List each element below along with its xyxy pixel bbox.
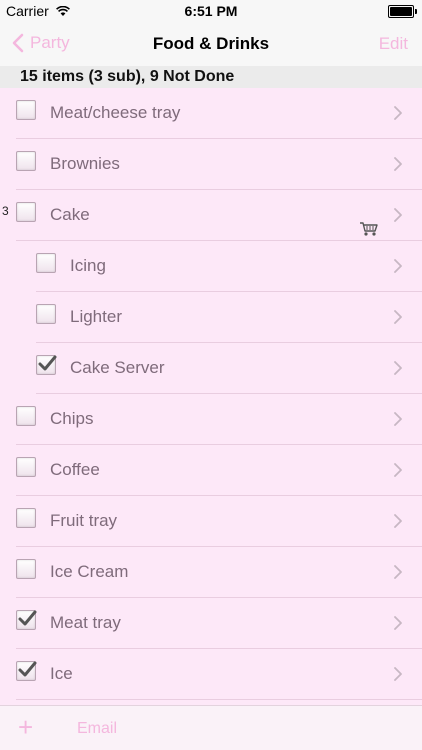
checkbox[interactable] <box>16 406 36 426</box>
chevron-right-icon <box>394 310 402 329</box>
list-item-label: Cake <box>50 205 90 224</box>
list-item-label: Cake Server <box>70 358 165 377</box>
list-item[interactable]: Meat tray <box>0 598 422 649</box>
edit-button[interactable]: Edit <box>379 34 408 54</box>
list-item-label: Icing <box>70 256 106 275</box>
checkbox-checked[interactable] <box>36 355 57 375</box>
row-divider <box>16 699 422 700</box>
page-title: Food & Drinks <box>152 34 270 53</box>
list-item-label: Ice <box>50 664 73 683</box>
battery-icon <box>388 5 417 18</box>
checkbox[interactable] <box>16 508 36 528</box>
status-bar: Carrier 6:51 PM <box>0 0 422 22</box>
chevron-right-icon <box>394 208 402 227</box>
list-item-label: Coffee <box>50 460 100 479</box>
checkbox[interactable] <box>16 151 36 171</box>
list-item[interactable]: Coffee <box>0 445 422 496</box>
subitem-count: 3 <box>2 204 9 218</box>
list-item[interactable]: Icing <box>0 241 422 292</box>
email-button[interactable]: Email <box>77 720 117 738</box>
list-summary-header: 15 items (3 sub), 9 Not Done <box>0 66 422 88</box>
list-item[interactable]: 3 Cake <box>0 190 422 241</box>
list-item-label: Meat tray <box>50 613 121 632</box>
chevron-right-icon <box>394 667 402 686</box>
chevron-right-icon <box>394 412 402 431</box>
list-item[interactable]: Ice <box>0 649 422 700</box>
item-list: Meat/cheese tray Brownies 3 Cake Icing Lighte… <box>0 88 422 700</box>
list-item[interactable]: Cake Server <box>0 343 422 394</box>
checkbox[interactable] <box>16 100 36 120</box>
checkbox[interactable] <box>16 457 36 477</box>
list-item-label: Ice Cream <box>50 562 129 581</box>
add-item-button[interactable]: + <box>18 714 33 740</box>
checkmark-icon <box>38 355 57 371</box>
checkbox[interactable] <box>36 304 56 324</box>
list-item[interactable]: Lighter <box>0 292 422 343</box>
checkmark-icon <box>18 661 37 677</box>
summary-text: 15 items (3 sub), 9 Not Done <box>20 68 235 85</box>
chevron-right-icon <box>394 106 402 125</box>
checkbox[interactable] <box>36 253 56 273</box>
clock-label: 6:51 PM <box>184 3 238 19</box>
list-item-label: Chips <box>50 409 94 428</box>
chevron-right-icon <box>394 259 402 278</box>
list-item[interactable]: Fruit tray <box>0 496 422 547</box>
list-item-label: Fruit tray <box>50 511 118 530</box>
checkbox-checked[interactable] <box>16 661 37 681</box>
list-item-label: Meat/cheese tray <box>50 103 181 122</box>
list-item[interactable]: Ice Cream <box>0 547 422 598</box>
chevron-right-icon <box>394 565 402 584</box>
list-item-label: Lighter <box>70 307 122 326</box>
checkmark-icon <box>18 610 37 626</box>
list-item[interactable]: Meat/cheese tray <box>0 88 422 139</box>
chevron-right-icon <box>394 157 402 176</box>
checkbox[interactable] <box>16 559 36 579</box>
shopping-cart-icon <box>359 221 379 242</box>
chevron-right-icon <box>394 616 402 635</box>
chevron-right-icon <box>394 514 402 533</box>
list-item[interactable]: Brownies <box>0 139 422 190</box>
navigation-bar: Party Food & Drinks Edit <box>0 22 422 67</box>
chevron-right-icon <box>394 463 402 482</box>
checkbox[interactable] <box>16 202 36 222</box>
list-item[interactable]: Chips <box>0 394 422 445</box>
chevron-right-icon <box>394 361 402 380</box>
list-item-label: Brownies <box>50 154 120 173</box>
bottom-toolbar: + Email <box>0 705 422 750</box>
checkbox-checked[interactable] <box>16 610 37 630</box>
